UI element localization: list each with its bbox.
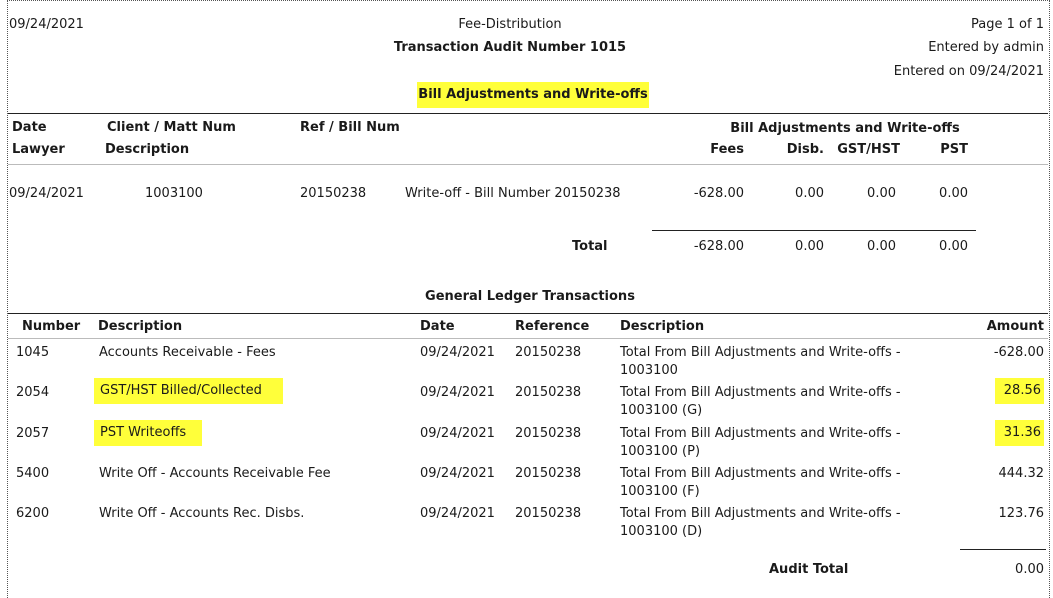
gl-row-desc2-line1: Total From Bill Adjustments and Write-of…	[620, 466, 901, 481]
audit-total-rule	[960, 549, 1046, 550]
total-rule	[652, 230, 976, 231]
gl-row-amount: 31.36	[995, 420, 1044, 446]
bill-row-client: 1003100	[145, 186, 203, 201]
report-date: 09/24/2021	[9, 17, 84, 32]
col-group-header: Bill Adjustments and Write-offs	[730, 121, 960, 136]
gl-row-description: Write Off - Accounts Rec. Disbs.	[99, 506, 305, 521]
gl-col-number: Number	[22, 319, 81, 334]
gl-row-reference: 20150238	[515, 426, 582, 441]
col-date: Date	[12, 120, 47, 135]
entered-by: Entered by admin	[928, 40, 1044, 55]
bill-row-fees: -628.00	[693, 186, 744, 201]
gl-row-desc2-line2: 1003100 (P)	[620, 444, 701, 459]
gl-title: General Ledger Transactions	[425, 289, 635, 304]
gl-row-desc2-line1: Total From Bill Adjustments and Write-of…	[620, 345, 901, 360]
gl-col-description2: Description	[620, 319, 705, 334]
col-ref: Ref / Bill Num	[300, 120, 400, 135]
col-gst: GST/HST	[837, 142, 900, 157]
bill-row-date: 09/24/2021	[9, 186, 84, 201]
gl-col-description: Description	[98, 319, 183, 334]
gl-row-reference: 20150238	[515, 466, 582, 481]
gl-row-amount: 444.32	[998, 466, 1045, 481]
gl-row-description: Write Off - Accounts Receivable Fee	[99, 466, 331, 481]
gl-row-desc2-line1: Total From Bill Adjustments and Write-of…	[620, 506, 901, 521]
gl-row-desc2-line1: Total From Bill Adjustments and Write-of…	[620, 385, 901, 400]
gl-row-date: 09/24/2021	[420, 426, 495, 441]
gl-row-number: 6200	[16, 506, 50, 521]
gl-row-description: PST Writeoffs	[94, 420, 202, 446]
divider	[8, 338, 1048, 339]
gl-row-amount: 123.76	[998, 506, 1045, 521]
gl-row-reference: 20150238	[515, 506, 582, 521]
gl-row-number: 2054	[16, 385, 50, 400]
gl-row-desc2-line2: 1003100 (D)	[620, 524, 703, 539]
total-label: Total	[572, 239, 608, 254]
total-disb: 0.00	[795, 239, 824, 254]
gl-row-number: 1045	[16, 345, 50, 360]
gl-col-reference: Reference	[515, 319, 590, 334]
gl-row-number: 5400	[16, 466, 50, 481]
gl-row-reference: 20150238	[515, 345, 582, 360]
col-client: Client / Matt Num	[107, 120, 236, 135]
bill-row-description: Write-off - Bill Number 20150238	[405, 186, 621, 201]
bill-row-disb: 0.00	[795, 186, 824, 201]
entered-on: Entered on 09/24/2021	[893, 64, 1044, 79]
divider	[8, 313, 1048, 314]
col-disb: Disb.	[786, 142, 824, 157]
gl-col-date: Date	[420, 319, 455, 334]
report-name: Fee-Distribution	[458, 17, 562, 32]
gl-row-date: 09/24/2021	[420, 466, 495, 481]
total-gst: 0.00	[867, 239, 896, 254]
gl-row-description: Accounts Receivable - Fees	[99, 345, 276, 360]
gl-row-date: 09/24/2021	[420, 345, 495, 360]
gl-row-description: GST/HST Billed/Collected	[94, 378, 283, 404]
gl-row-date: 09/24/2021	[420, 385, 495, 400]
gl-row-desc2-line2: 1003100	[620, 363, 678, 378]
col-fees: Fees	[710, 142, 744, 157]
gl-row-desc2-line1: Total From Bill Adjustments and Write-of…	[620, 426, 901, 441]
page-number: Page 1 of 1	[971, 17, 1044, 32]
audit-title: Transaction Audit Number 1015	[393, 40, 627, 55]
gl-row-reference: 20150238	[515, 385, 582, 400]
divider	[8, 113, 1048, 114]
col-pst: PST	[940, 142, 968, 157]
bill-row-pst: 0.00	[939, 186, 968, 201]
divider	[8, 164, 1048, 165]
total-fees: -628.00	[693, 239, 744, 254]
bill-row-gst: 0.00	[867, 186, 896, 201]
bill-row-ref: 20150238	[300, 186, 367, 201]
col-lawyer: Lawyer	[12, 142, 65, 157]
gl-row-date: 09/24/2021	[420, 506, 495, 521]
gl-row-amount: 28.56	[995, 378, 1044, 404]
col-description: Description	[105, 142, 190, 157]
gl-col-amount: Amount	[986, 319, 1044, 334]
gl-row-desc2-line2: 1003100 (G)	[620, 403, 703, 418]
gl-row-amount: -628.00	[993, 345, 1044, 360]
audit-total-value: 0.00	[1015, 562, 1044, 577]
total-pst: 0.00	[939, 239, 968, 254]
gl-row-number: 2057	[16, 426, 50, 441]
gl-row-desc2-line2: 1003100 (F)	[620, 484, 700, 499]
audit-total-label: Audit Total	[769, 562, 849, 577]
section-title: Bill Adjustments and Write-offs	[417, 82, 649, 108]
